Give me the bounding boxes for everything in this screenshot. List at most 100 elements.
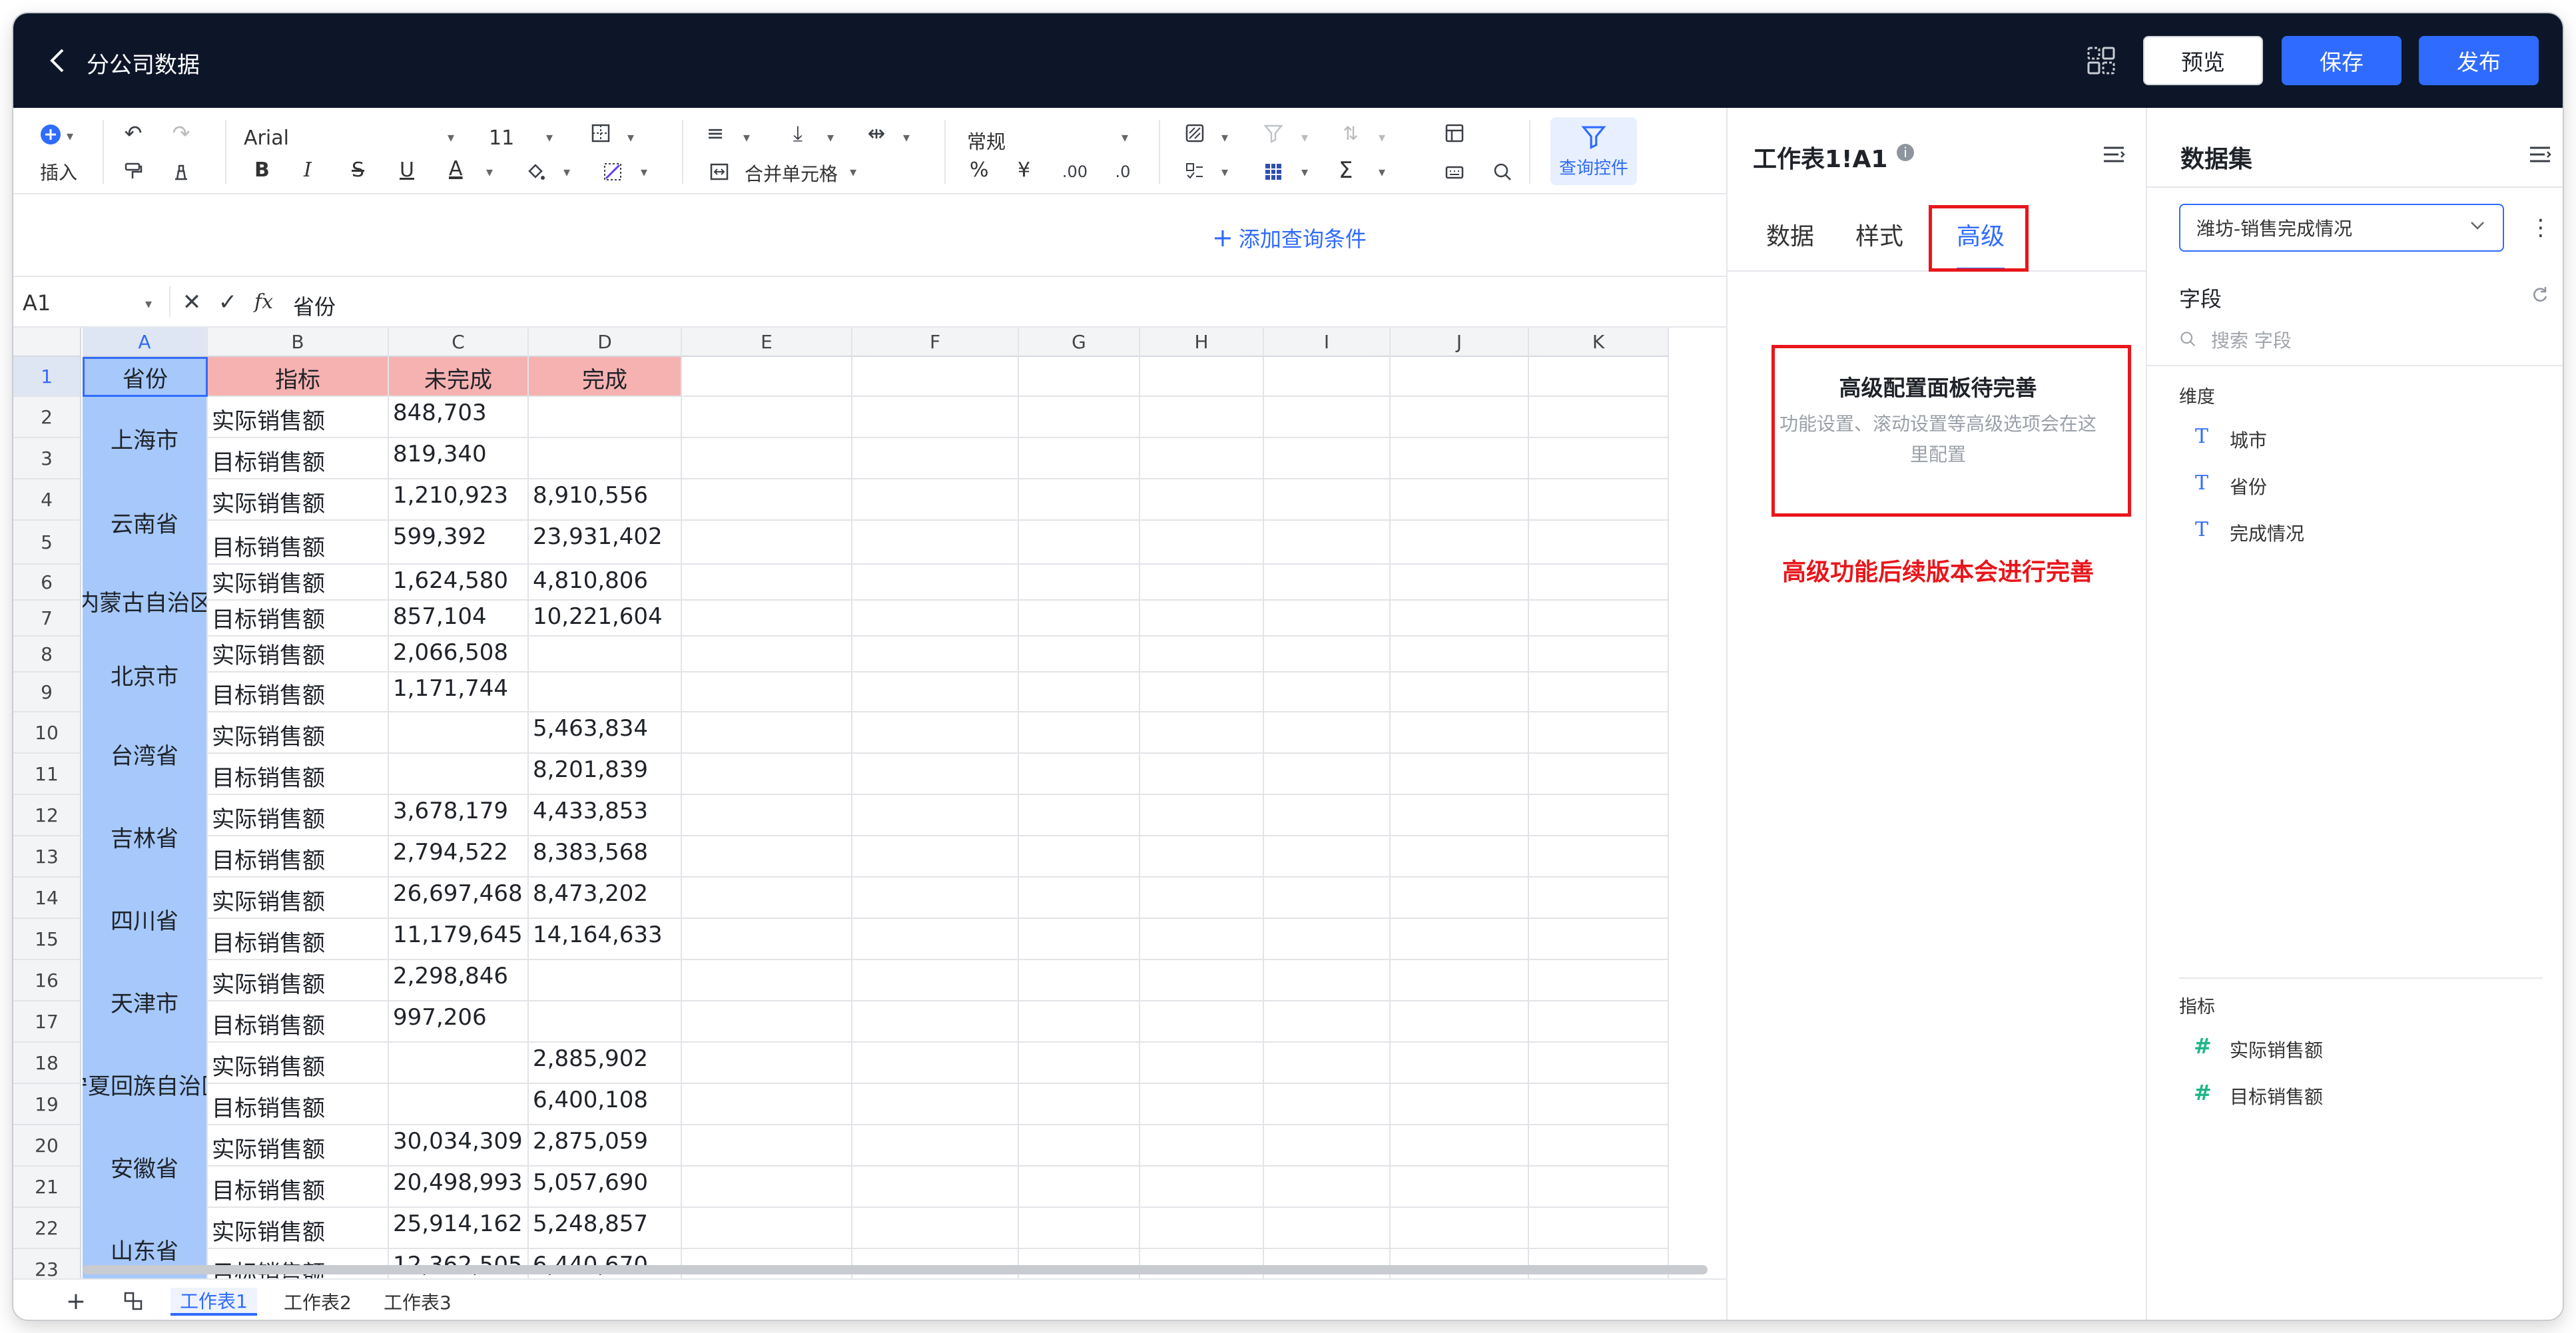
table-cell[interactable] [1391,397,1529,438]
table-cell[interactable] [1264,1167,1391,1208]
table-cell[interactable] [1140,601,1264,637]
row-header[interactable]: 6 [13,565,81,601]
table-cell[interactable] [682,795,852,836]
sort-icon[interactable]: ⇅ [1337,120,1364,146]
table-cell[interactable] [1391,479,1529,521]
decrease-decimal-icon[interactable]: .0 [1110,158,1136,185]
table-cell[interactable] [1140,878,1264,919]
table-cell[interactable] [682,712,852,754]
insert-plus-icon[interactable] [37,121,64,148]
table-cell[interactable] [852,795,1019,836]
province-cell[interactable]: 云南省 [83,479,208,565]
table-cell[interactable] [1264,1084,1391,1125]
table-cell[interactable] [682,438,852,479]
table-cell[interactable] [1019,1001,1140,1043]
header-cell[interactable]: 指标 [208,357,389,397]
table-cell[interactable] [1264,601,1391,637]
column-header[interactable]: F [852,328,1019,357]
table-cell[interactable] [852,1167,1019,1208]
table-cell[interactable] [529,672,682,712]
table-cell[interactable]: 997,206 [389,1001,529,1043]
table-cell[interactable] [1391,919,1529,960]
currency-format-button[interactable]: ¥ [1018,158,1030,182]
table-cell[interactable] [1529,1043,1669,1084]
input-control-icon[interactable] [1441,158,1468,185]
sum-button[interactable]: Σ [1339,157,1353,184]
font-family-dropdown-icon[interactable]: ▾ [448,129,454,145]
table-cell[interactable] [1019,1167,1140,1208]
table-cell[interactable] [1019,960,1140,1001]
table-cell[interactable] [682,479,852,521]
save-button[interactable]: 保存 [2282,36,2402,85]
table-cell[interactable] [1140,754,1264,795]
row-header[interactable]: 17 [13,1001,81,1043]
dimension-field-province[interactable]: 省份 [2230,473,2267,499]
table-cell[interactable]: 819,340 [389,438,529,479]
province-cell[interactable]: 内蒙古自治区 [83,565,208,637]
table-cell[interactable] [852,637,1019,672]
table-cell[interactable]: 2,885,902 [529,1043,682,1084]
merge-cells-icon[interactable] [706,158,733,185]
table-cell[interactable]: 目标销售额 [208,754,389,795]
table-cell[interactable] [1019,878,1140,919]
percent-format-button[interactable]: % [970,158,989,182]
font-family-select[interactable]: Arial [244,127,289,150]
table-cell[interactable] [1529,601,1669,637]
table-cell[interactable] [682,521,852,565]
fill-color-dropdown-icon[interactable]: ▾ [563,164,570,180]
table-cell[interactable] [1019,672,1140,712]
pivot-table-icon[interactable] [1441,120,1468,146]
province-cell[interactable]: 安徽省 [83,1125,208,1208]
table-cell[interactable] [682,754,852,795]
increase-decimal-icon[interactable]: .00 [1062,158,1088,185]
header-cell[interactable]: 省份 [83,357,208,397]
table-cell[interactable] [1391,1167,1529,1208]
row-header[interactable]: 21 [13,1167,81,1208]
row-header[interactable]: 16 [13,960,81,1001]
table-cell[interactable]: 目标销售额 [208,601,389,637]
table-cell[interactable] [1391,637,1529,672]
table-cell[interactable] [1019,836,1140,878]
table-cell[interactable] [1529,1208,1669,1249]
table-cell[interactable] [852,479,1019,521]
table-cell[interactable] [852,397,1019,438]
table-cell[interactable] [1140,1084,1264,1125]
row-header[interactable]: 7 [13,601,81,637]
font-color-dropdown-icon[interactable]: ▾ [486,164,493,180]
sheet-manager-icon[interactable] [120,1288,147,1314]
table-cell[interactable] [389,1043,529,1084]
row-header[interactable]: 13 [13,836,81,878]
header-cell[interactable]: 完成 [529,357,682,397]
table-cell[interactable] [1391,1208,1529,1249]
table-cell[interactable] [1140,565,1264,601]
table-cell[interactable] [682,672,852,712]
table-cell[interactable] [1529,565,1669,601]
number-format-dropdown-icon[interactable]: ▾ [1122,129,1128,145]
table-cell[interactable] [682,878,852,919]
table-cell[interactable] [682,397,852,438]
strikethrough-button[interactable]: S [352,158,364,182]
fill-color-icon[interactable] [522,158,549,185]
table-cell[interactable] [1264,479,1391,521]
text-wrap-icon[interactable]: ⇹ [863,120,890,146]
row-header[interactable]: 22 [13,1208,81,1249]
column-header[interactable]: E [682,328,852,357]
table-cell[interactable] [682,960,852,1001]
table-cell[interactable]: 8,473,202 [529,878,682,919]
table-cell[interactable] [1391,712,1529,754]
table-cell[interactable] [682,1043,852,1084]
table-cell[interactable] [1019,754,1140,795]
add-sheet-icon[interactable]: + [63,1288,89,1315]
table-cell[interactable] [1391,672,1529,712]
table-cell[interactable] [1264,438,1391,479]
conditional-format-dropdown-icon[interactable]: ▾ [1221,129,1228,145]
table-cell[interactable] [1529,521,1669,565]
table-cell[interactable]: 4,433,853 [529,795,682,836]
table-cell[interactable]: 实际销售额 [208,637,389,672]
table-cell[interactable] [1140,1208,1264,1249]
table-cell[interactable] [682,1167,852,1208]
table-cell[interactable] [1529,795,1669,836]
table-cell[interactable]: 1,210,923 [389,479,529,521]
table-cell[interactable] [1264,878,1391,919]
table-cell[interactable] [1019,1208,1140,1249]
